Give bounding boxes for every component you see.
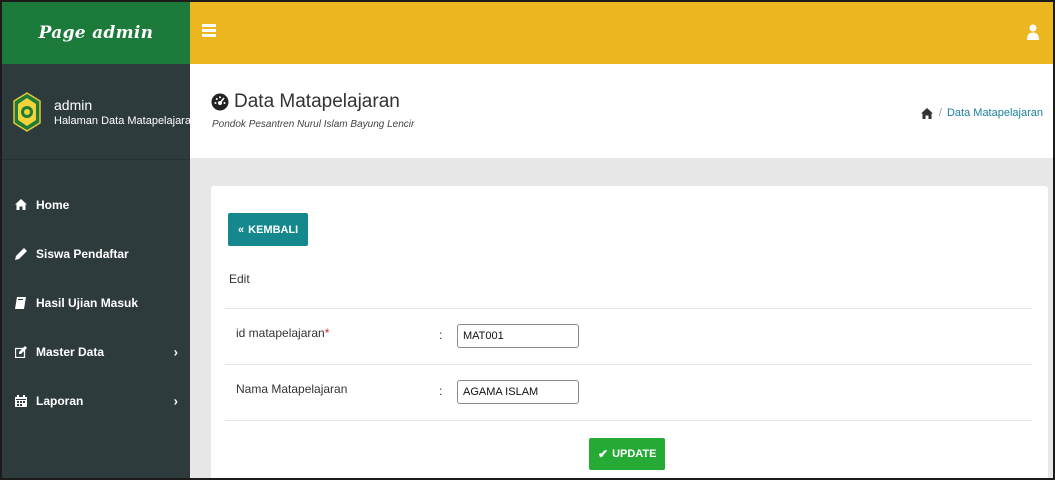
- divider: [225, 420, 1032, 421]
- brand-title: Page admin: [38, 23, 154, 43]
- content-header: Data Matapelajaran Pondok Pesantren Nuru…: [190, 64, 1053, 158]
- field-label-nama-matapelajaran: Nama Matapelajaran: [236, 382, 347, 396]
- sidebar-item-home[interactable]: Home: [2, 180, 190, 229]
- field-label-text: Nama Matapelajaran: [236, 382, 348, 396]
- user-name: admin: [54, 96, 93, 113]
- calendar-icon: [14, 394, 28, 407]
- chevron-right-icon: ›: [173, 344, 178, 359]
- page-subtitle: Pondok Pesantren Nurul Islam Bayung Lenc…: [212, 119, 415, 130]
- required-mark: *: [324, 326, 330, 340]
- user-panel: admin Halaman Data Matapelajaran: [2, 64, 190, 160]
- chevron-right-icon: ›: [173, 393, 178, 408]
- user-subtitle: Halaman Data Matapelajaran: [54, 114, 190, 127]
- double-chevron-left-icon: «: [238, 223, 245, 236]
- sidebar-item-hasil-ujian-masuk[interactable]: Hasil Ujian Masuk: [2, 278, 190, 327]
- edit-icon: [14, 345, 28, 358]
- sidebar-item-laporan[interactable]: Laporan ›: [2, 376, 190, 425]
- brand-header[interactable]: Page admin: [2, 2, 190, 64]
- dashboard-icon: [211, 93, 229, 111]
- id-matapelajaran-input[interactable]: [457, 324, 579, 348]
- user-icon[interactable]: [1027, 24, 1039, 40]
- field-label-id-matapelajaran: id matapelajaran*: [236, 326, 329, 340]
- sidebar-menu: Home Siswa Pendaftar Hasil Ujian Masuk M…: [2, 160, 190, 425]
- top-navbar: [190, 2, 1053, 64]
- home-icon[interactable]: [920, 107, 933, 119]
- hamburger-icon[interactable]: [202, 24, 216, 37]
- sidebar-item-master-data[interactable]: Master Data ›: [2, 327, 190, 376]
- sidebar: Page admin admin Halaman Data Matapelaja…: [2, 2, 190, 478]
- back-button[interactable]: « KEMBALI: [228, 213, 309, 246]
- breadcrumb-separator: /: [938, 107, 942, 119]
- checkmark-icon: ✔: [598, 447, 609, 461]
- pencil-icon: [14, 247, 28, 260]
- field-label-text: id matapelajaran: [236, 326, 325, 340]
- update-button[interactable]: ✔ UPDATE: [589, 438, 666, 470]
- page-title-text: Data Matapelajaran: [234, 91, 400, 112]
- breadcrumb-current[interactable]: Data Matapelajaran: [947, 107, 1043, 119]
- nama-matapelajaran-input[interactable]: [457, 380, 579, 404]
- home-icon: [14, 199, 28, 210]
- field-colon: :: [439, 384, 443, 398]
- sidebar-item-label: Laporan: [36, 393, 84, 408]
- book-icon: [14, 296, 28, 309]
- sidebar-item-label: Master Data: [36, 344, 105, 359]
- sidebar-item-label: Hasil Ujian Masuk: [36, 295, 139, 310]
- back-button-label: KEMBALI: [248, 223, 299, 236]
- app-window: Page admin admin Halaman Data Matapelaja…: [0, 0, 1055, 480]
- breadcrumb: / Data Matapelajaran: [920, 107, 1043, 119]
- divider: [225, 364, 1032, 365]
- section-label: Edit: [229, 272, 250, 286]
- field-colon: :: [439, 328, 443, 342]
- update-button-label: UPDATE: [612, 448, 657, 460]
- divider: [225, 308, 1032, 309]
- page-title: Data Matapelajaran: [211, 91, 400, 113]
- institution-logo-icon: [13, 91, 41, 132]
- sidebar-item-label: Home: [36, 197, 70, 212]
- sidebar-item-siswa-pendaftar[interactable]: Siswa Pendaftar: [2, 229, 190, 278]
- form-box: « KEMBALI Edit id matapelajaran* : Nama …: [211, 186, 1048, 478]
- sidebar-item-label: Siswa Pendaftar: [36, 246, 129, 261]
